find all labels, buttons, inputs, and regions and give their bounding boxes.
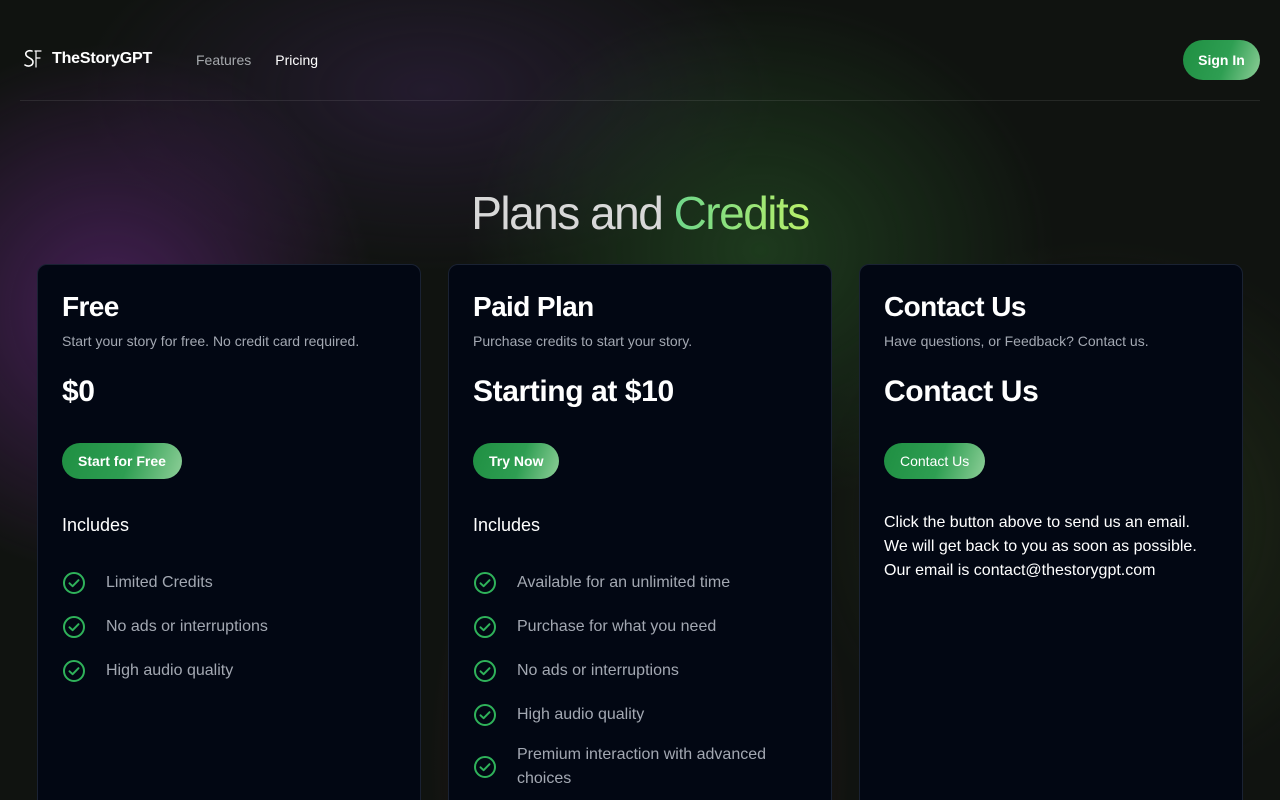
page-title-part1: Plans and	[471, 187, 674, 239]
check-circle-icon	[63, 616, 85, 638]
feature-label: Limited Credits	[106, 574, 213, 591]
check-circle-icon	[63, 572, 85, 594]
feature-list: Available for an unlimited time Purchase…	[473, 561, 793, 791]
plan-price: Starting at $10	[473, 375, 674, 408]
brand-logo-link[interactable]: TheStoryGPT	[22, 48, 152, 70]
feature-label: No ads or interruptions	[106, 618, 268, 635]
feature-label: Premium interaction with advanced choice…	[517, 746, 767, 787]
feature-label: High audio quality	[106, 662, 234, 679]
nav-link-features[interactable]: Features	[196, 52, 251, 68]
plan-title: Paid Plan	[473, 291, 594, 322]
feature-item: Available for an unlimited time	[473, 561, 793, 605]
nav-link-pricing[interactable]: Pricing	[275, 52, 318, 68]
contact-us-button[interactable]: Contact Us	[884, 443, 986, 479]
contact-line: We will get back to you as soon as possi…	[884, 538, 1197, 555]
feature-item: Limited Credits	[62, 561, 382, 605]
plan-title: Free	[62, 291, 119, 322]
check-circle-icon	[474, 704, 496, 726]
plan-subtitle: Have questions, or Feedback? Contact us.	[884, 333, 1149, 349]
page-title-accent: Credits	[673, 187, 811, 239]
plan-price: Contact Us	[884, 375, 1039, 408]
feature-list: Limited Credits No ads or interruptions …	[62, 561, 382, 693]
contact-line: Click the button above to send us an ema…	[884, 514, 1190, 531]
plan-subtitle: Start your story for free. No credit car…	[62, 333, 360, 349]
feature-item: High audio quality	[62, 649, 382, 693]
story-logo-icon	[22, 48, 44, 70]
try-now-button[interactable]: Try Now	[473, 443, 560, 479]
includes-label: Includes	[473, 515, 541, 535]
feature-item: Premium interaction with advanced choice…	[473, 737, 793, 791]
check-circle-icon	[474, 572, 496, 594]
feature-item: No ads or interruptions	[473, 649, 793, 693]
brand-name: TheStoryGPT	[52, 50, 153, 67]
feature-label: High audio quality	[517, 706, 645, 723]
plan-card-paid: Paid Plan Purchase credits to start your…	[448, 264, 832, 800]
plan-subtitle: Purchase credits to start your story.	[473, 333, 693, 349]
includes-label: Includes	[62, 515, 130, 535]
top-navigation-bar: TheStoryGPT Features Pricing Sign In	[20, 20, 1260, 101]
main-nav: Features Pricing	[196, 52, 318, 68]
feature-label: Purchase for what you need	[517, 618, 717, 635]
check-circle-icon	[474, 660, 496, 682]
sign-in-button[interactable]: Sign In	[1183, 40, 1260, 80]
feature-item: High audio quality	[473, 693, 793, 737]
feature-label: No ads or interruptions	[517, 662, 679, 679]
check-circle-icon	[63, 660, 85, 682]
plan-title: Contact Us	[884, 291, 1026, 322]
page-title: Plans and Credits	[0, 186, 1280, 240]
plan-price: $0	[62, 375, 95, 408]
feature-item: No ads or interruptions	[62, 605, 382, 649]
contact-email-line: Our email is contact@thestorygpt.com	[884, 562, 1156, 579]
start-for-free-button[interactable]: Start for Free	[62, 443, 182, 479]
contact-description: Click the button above to send us an ema…	[884, 511, 1197, 583]
feature-label: Available for an unlimited time	[517, 574, 731, 591]
check-circle-icon	[474, 616, 496, 638]
plan-card-contact: Contact Us Have questions, or Feedback? …	[859, 264, 1243, 800]
plan-card-free: Free Start your story for free. No credi…	[37, 264, 421, 800]
feature-item: Purchase for what you need	[473, 605, 793, 649]
check-circle-icon	[474, 756, 496, 778]
